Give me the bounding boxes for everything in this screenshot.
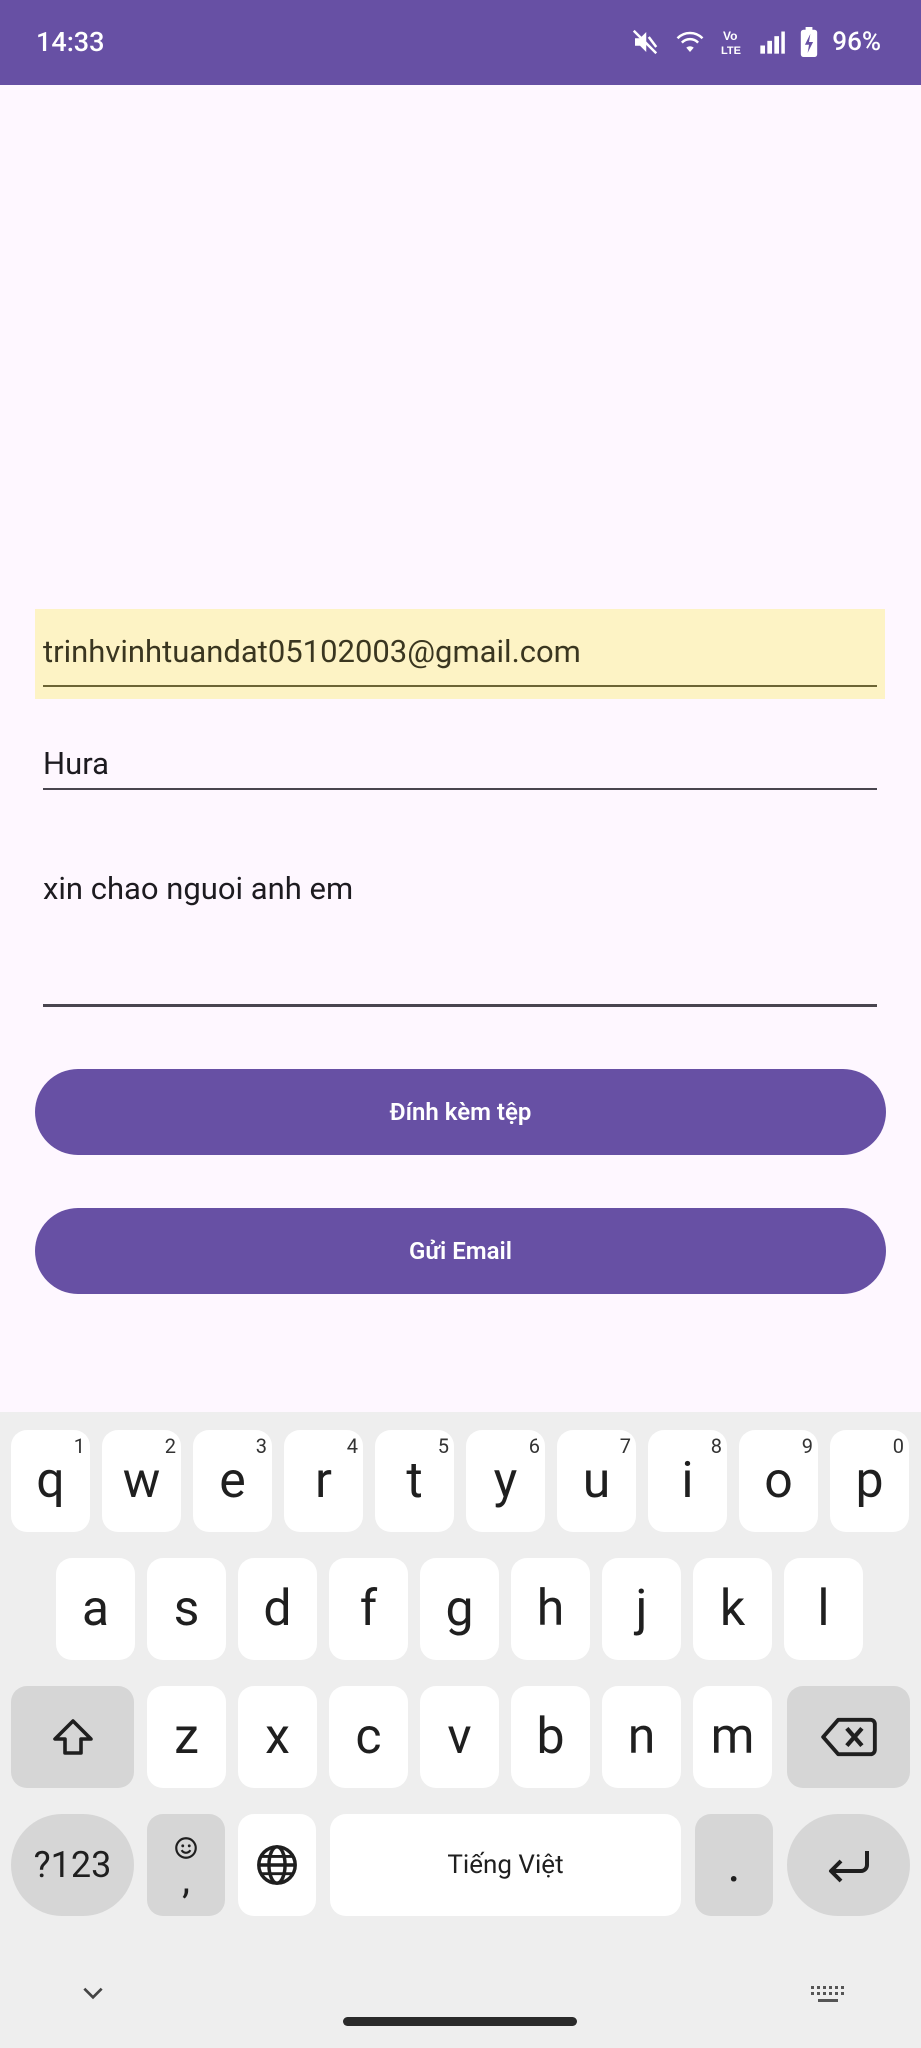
period-key[interactable]: . bbox=[695, 1814, 773, 1916]
subject-value: Hura bbox=[43, 745, 109, 782]
message-body-value: xin chao nguoi anh em bbox=[43, 870, 354, 907]
key-label: e bbox=[219, 1452, 246, 1510]
message-body-field[interactable]: xin chao nguoi anh em bbox=[35, 860, 885, 1015]
globe-icon bbox=[254, 1842, 300, 1888]
key-u[interactable]: u7 bbox=[557, 1430, 636, 1532]
key-hint: 8 bbox=[710, 1434, 722, 1458]
shift-key[interactable] bbox=[11, 1686, 134, 1788]
key-n[interactable]: n bbox=[602, 1686, 681, 1788]
home-indicator[interactable] bbox=[343, 2017, 577, 2026]
key-r[interactable]: r4 bbox=[284, 1430, 363, 1532]
key-g[interactable]: g bbox=[420, 1558, 499, 1660]
key-k[interactable]: k bbox=[693, 1558, 772, 1660]
key-b[interactable]: b bbox=[511, 1686, 590, 1788]
key-s[interactable]: s bbox=[147, 1558, 226, 1660]
key-hint: 1 bbox=[73, 1434, 85, 1458]
key-w[interactable]: w2 bbox=[102, 1430, 181, 1532]
key-e[interactable]: e3 bbox=[193, 1430, 272, 1532]
key-z[interactable]: z bbox=[147, 1686, 226, 1788]
message-field-underline bbox=[43, 1004, 877, 1007]
comma-label: , bbox=[182, 1856, 190, 1903]
key-o[interactable]: o9 bbox=[739, 1430, 818, 1532]
on-screen-keyboard: q1w2e3r4t5y6u7i8o9p0 asdfghjkl zxcvbnm ?… bbox=[0, 1412, 921, 2048]
key-label: o bbox=[764, 1452, 793, 1510]
subject-field-underline bbox=[43, 788, 877, 790]
key-p[interactable]: p0 bbox=[830, 1430, 909, 1532]
key-label: w bbox=[122, 1452, 161, 1510]
signal-icon bbox=[758, 28, 786, 56]
key-label: i bbox=[681, 1452, 694, 1510]
attach-file-button[interactable]: Đính kèm tệp bbox=[35, 1069, 886, 1155]
keyboard-switch-icon[interactable] bbox=[810, 1985, 846, 2011]
send-email-button[interactable]: Gửi Email bbox=[35, 1208, 886, 1294]
volte-icon: Vo LTE bbox=[720, 27, 744, 57]
key-h[interactable]: h bbox=[511, 1558, 590, 1660]
key-f[interactable]: f bbox=[329, 1558, 408, 1660]
svg-text:Vo: Vo bbox=[723, 29, 737, 43]
key-hint: 7 bbox=[619, 1434, 631, 1458]
key-t[interactable]: t5 bbox=[375, 1430, 454, 1532]
key-hint: 0 bbox=[892, 1434, 904, 1458]
subject-field[interactable]: Hura bbox=[35, 735, 885, 805]
key-c[interactable]: c bbox=[329, 1686, 408, 1788]
key-label: p bbox=[855, 1452, 884, 1510]
key-hint: 4 bbox=[346, 1434, 358, 1458]
hide-keyboard-chevron-icon[interactable] bbox=[80, 1984, 106, 2006]
symbols-key[interactable]: ?123 bbox=[11, 1814, 134, 1916]
key-l[interactable]: l bbox=[784, 1558, 863, 1660]
mute-icon bbox=[630, 27, 660, 57]
battery-icon bbox=[800, 27, 818, 57]
key-label: t bbox=[406, 1452, 423, 1510]
space-key[interactable]: Tiếng Việt bbox=[330, 1814, 681, 1916]
key-j[interactable]: j bbox=[602, 1558, 681, 1660]
status-bar: 14:33 Vo LTE 96% bbox=[0, 0, 921, 85]
language-key[interactable] bbox=[238, 1814, 316, 1916]
key-m[interactable]: m bbox=[693, 1686, 772, 1788]
key-i[interactable]: i8 bbox=[648, 1430, 727, 1532]
enter-key[interactable] bbox=[787, 1814, 910, 1916]
key-label: r bbox=[315, 1452, 332, 1510]
backspace-key[interactable] bbox=[787, 1686, 910, 1788]
battery-percent: 96% bbox=[832, 27, 881, 57]
key-hint: 3 bbox=[255, 1434, 267, 1458]
key-q[interactable]: q1 bbox=[11, 1430, 90, 1532]
key-label: u bbox=[582, 1452, 611, 1510]
key-hint: 2 bbox=[164, 1434, 176, 1458]
key-v[interactable]: v bbox=[420, 1686, 499, 1788]
key-y[interactable]: y6 bbox=[466, 1430, 545, 1532]
key-x[interactable]: x bbox=[238, 1686, 317, 1788]
key-label: y bbox=[493, 1452, 518, 1510]
key-hint: 6 bbox=[528, 1434, 540, 1458]
key-a[interactable]: a bbox=[56, 1558, 135, 1660]
emoji-comma-key[interactable]: , bbox=[147, 1814, 225, 1916]
recipient-field-underline bbox=[43, 685, 877, 687]
key-hint: 5 bbox=[437, 1434, 449, 1458]
wifi-icon bbox=[674, 27, 706, 57]
svg-text:LTE: LTE bbox=[721, 45, 741, 57]
key-d[interactable]: d bbox=[238, 1558, 317, 1660]
recipient-email-value: trinhvinhtuandat05102003@gmail.com bbox=[43, 633, 581, 670]
key-hint: 9 bbox=[801, 1434, 813, 1458]
recipient-email-field[interactable]: trinhvinhtuandat05102003@gmail.com bbox=[35, 609, 885, 699]
status-icons: Vo LTE 96% bbox=[630, 22, 881, 62]
status-time: 14:33 bbox=[36, 26, 105, 58]
key-label: q bbox=[36, 1452, 65, 1510]
